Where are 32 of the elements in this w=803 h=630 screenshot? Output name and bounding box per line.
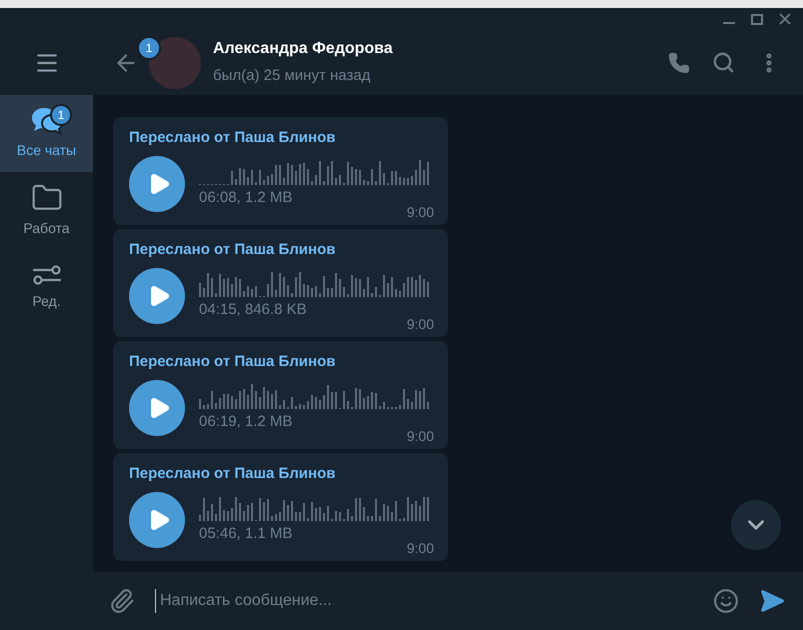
send-icon[interactable]: [759, 588, 785, 614]
phone-icon[interactable]: [668, 52, 690, 74]
close-icon[interactable]: [779, 13, 791, 25]
emoji-icon[interactable]: [713, 588, 739, 614]
folder-label: Ред.: [32, 292, 61, 311]
duration-size: 06:19, 1.2 MB: [199, 412, 294, 432]
folder-tab[interactable]: Работа: [0, 172, 93, 249]
forwarded-from: Переслано от Паша Блинов: [129, 128, 336, 148]
unread-badge: 1: [137, 36, 161, 60]
forwarded-from: Переслано от Паша Блинов: [129, 240, 336, 260]
folder-label: Работа: [23, 219, 70, 238]
duration-size: 06:08, 1.2 MB: [199, 188, 294, 208]
forwarded-from: Переслано от Паша Блинов: [129, 464, 336, 484]
message-composer[interactable]: Написать сообщение...: [93, 572, 803, 630]
message-time: 9:00: [406, 538, 434, 558]
maximize-icon[interactable]: [751, 14, 763, 24]
last-seen-status: был(а) 25 минут назад: [213, 66, 372, 86]
paperclip-icon[interactable]: [109, 588, 135, 614]
sliders-icon: [32, 263, 62, 287]
forwarded-from: Переслано от Паша Блинов: [129, 352, 336, 372]
search-icon[interactable]: [712, 51, 735, 74]
message-time: 9:00: [406, 202, 434, 222]
contact-name: Александра Федорова: [213, 39, 394, 60]
duration-size: 05:46, 1.1 MB: [199, 524, 294, 544]
scroll-down-button[interactable]: [731, 500, 781, 550]
message-time: 9:00: [406, 426, 434, 446]
folder-label: Все чаты: [16, 141, 76, 160]
folder-tab[interactable]: Ред.: [0, 249, 93, 326]
message-time: 9:00: [406, 314, 434, 334]
unread-badge: 1: [50, 104, 72, 126]
duration-size: 04:15, 846.8 KB: [199, 300, 308, 320]
folder-tab[interactable]: Все чаты 1: [0, 95, 93, 172]
